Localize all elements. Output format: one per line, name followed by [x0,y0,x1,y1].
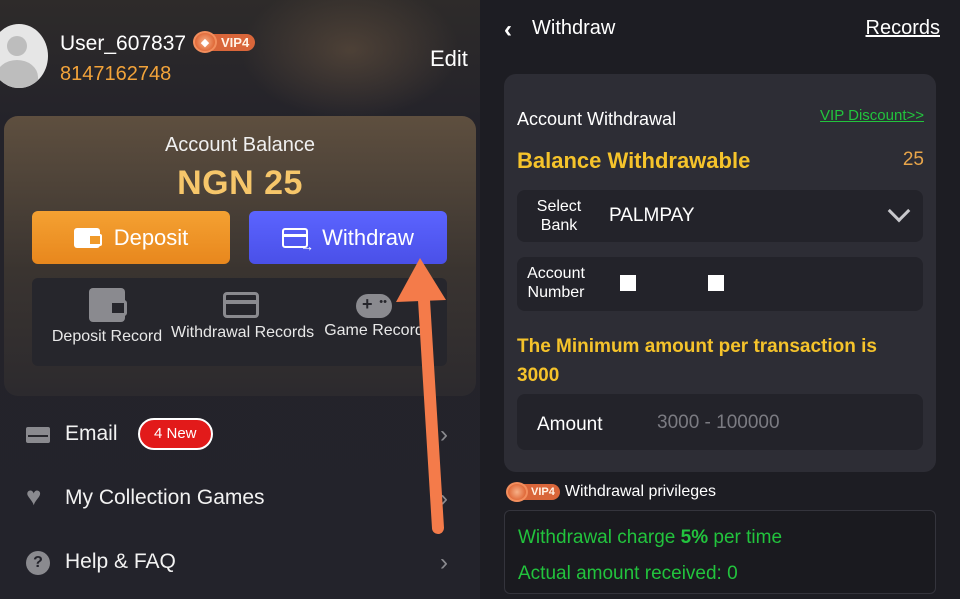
game-record-label: Game Record [324,322,424,339]
wallet-icon [89,288,127,322]
wallet-icon [73,227,102,248]
chevron-right-icon: › [440,549,448,576]
select-bank-label: Select Bank [536,198,582,234]
header-decoration [240,0,460,120]
menu-item-collection[interactable]: ♥ My Collection Games › [0,467,480,529]
balance-withdrawable-label: Balance Withdrawable [517,148,751,173]
chevron-down-icon [887,203,909,225]
help-icon: ? [26,551,50,575]
withdraw-button[interactable]: Withdraw [249,211,447,264]
balance-value: NGN 25 [177,164,303,202]
avatar-body [0,60,38,88]
account-withdrawal-heading: Account Withdrawal [517,109,677,129]
withdraw-button-label: Withdraw [322,224,414,250]
privileges-label: Withdrawal privileges [564,483,717,500]
deposit-record-shortcut[interactable]: Deposit Record [37,288,177,346]
menu-item-label: My Collection Games [65,486,265,509]
charge-prefix: Withdrawal charge [518,527,681,548]
heart-icon: ♥ [26,481,42,511]
withdrawal-privileges-header: VIP4 Withdrawal privileges [506,481,716,503]
amount-field[interactable]: Amount [517,394,923,450]
balance-card: Account Balance NGN 25 Deposit Withdraw … [4,116,476,396]
menu-item-label: Email [65,422,118,445]
menu-item-label: Help & FAQ [65,550,176,573]
card-transfer-icon [223,292,259,318]
avatar-head [7,36,27,56]
gamepad-icon [356,294,392,318]
phone-number: 8147162748 [60,63,172,85]
edit-button[interactable]: Edit [430,46,468,72]
chevron-right-icon: › [440,485,448,512]
actual-received-line: Actual amount received: 0 [518,563,738,585]
username: User_607837 [60,32,187,55]
select-bank-dropdown[interactable]: Select Bank PALMPAY [517,190,923,242]
vip-diamond-icon [506,482,528,502]
records-shortcuts: Deposit Record Withdrawal Records Game R… [32,278,447,366]
received-value: 0 [727,563,738,584]
charge-value: 5% [680,527,709,548]
masked-digit-box [620,275,636,291]
avatar[interactable] [0,24,48,88]
page-title: Withdraw [532,17,616,39]
balance-label: Account Balance [164,134,316,156]
withdraw-panel: ‹ Withdraw Records Account Withdrawal VI… [480,0,960,599]
vip-level: VIP4 [211,33,256,51]
game-record-shortcut[interactable]: Game Record [304,288,444,340]
new-count-badge: 4 New [138,418,213,450]
card-transfer-icon [282,227,314,254]
menu-item-email[interactable]: Email 4 New › [0,403,480,465]
withdrawal-privileges-card: Withdrawal charge 5% per time Actual amo… [504,510,936,594]
balance-withdrawable-value: 25 [902,149,924,170]
envelope-icon [26,427,50,443]
chevron-left-icon[interactable]: ‹ [504,16,512,44]
amount-input[interactable] [657,408,897,438]
received-prefix: Actual amount received: [518,563,728,584]
vip-level: VIP4 [523,484,560,500]
withdrawal-records-shortcut[interactable]: Withdrawal Records [171,288,315,342]
menu-item-help[interactable]: ? Help & FAQ › [0,531,480,593]
selected-bank: PALMPAY [609,205,695,226]
withdraw-form-card: Account Withdrawal VIP Discount>> Balanc… [504,74,936,472]
minimum-amount-notice: The Minimum amount per transaction is 30… [517,336,877,386]
deposit-button-label: Deposit [113,224,189,250]
vip-diamond-icon: ◆ [193,31,217,53]
deposit-record-label: Deposit Record [51,328,163,345]
account-number-label: Account Number [527,265,585,301]
vip-badge: VIP4 [506,482,560,502]
withdrawal-records-label: Withdrawal Records [171,324,315,341]
deposit-button[interactable]: Deposit [32,211,230,264]
masked-digit-box [708,275,724,291]
vip-badge: ◆ VIP4 [193,31,256,53]
vip-discount-link[interactable]: VIP Discount>> [820,107,924,124]
account-panel: User_607837 ◆ VIP4 8147162748 Edit Accou… [0,0,480,599]
records-link[interactable]: Records [866,17,940,40]
withdrawal-charge-line: Withdrawal charge 5% per time [518,527,782,549]
chevron-right-icon: › [440,421,448,448]
amount-label: Amount [537,414,603,435]
charge-suffix: per time [708,527,783,548]
account-number-field[interactable]: Account Number [517,257,923,311]
